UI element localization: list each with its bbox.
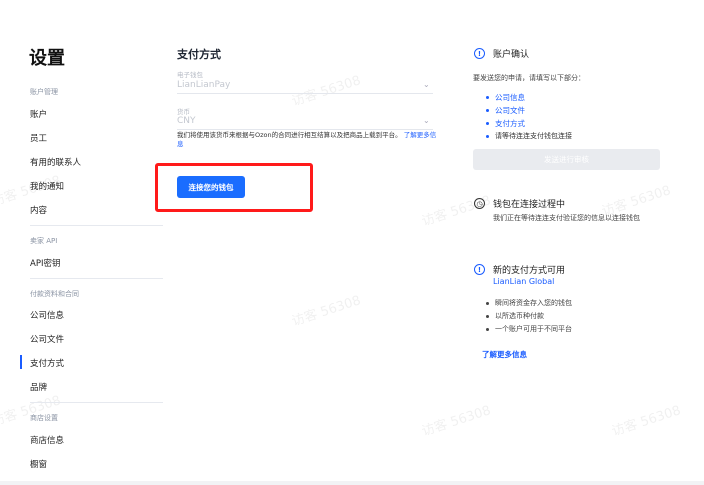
- bottom-bar: [0, 481, 704, 485]
- divider: [30, 402, 163, 403]
- section-payment: 付款资料和合同: [30, 290, 79, 298]
- confirm-link-company-info[interactable]: 公司信息: [495, 92, 525, 103]
- sidebar-item-account[interactable]: 账户: [30, 108, 47, 120]
- connect-wallet-button[interactable]: 连接您的钱包: [177, 176, 245, 198]
- send-review-button[interactable]: 发送进行审核: [473, 149, 660, 170]
- wallet-select[interactable]: LianLianPay: [177, 80, 230, 90]
- bullet: [486, 122, 489, 125]
- chevron-down-icon: ⌄: [423, 80, 430, 89]
- watermark: 访客 56308: [0, 393, 63, 430]
- currency-select[interactable]: CNY: [177, 116, 196, 126]
- info-icon: !: [474, 48, 485, 59]
- pending-title: 钱包在连接过程中: [493, 200, 566, 210]
- sidebar-item-notifications[interactable]: 我的通知: [30, 180, 64, 192]
- divider: [30, 278, 163, 279]
- sidebar-item-company-docs[interactable]: 公司文件: [30, 333, 64, 345]
- confirm-link-company-docs[interactable]: 公司文件: [495, 105, 525, 116]
- lianlian-logo: LianLian Global: [493, 277, 555, 286]
- sidebar-item-staff[interactable]: 员工: [30, 132, 47, 144]
- watermark: 访客 56308: [420, 403, 493, 440]
- bullet: [486, 109, 489, 112]
- sidebar-item-showcase[interactable]: 橱窗: [30, 458, 47, 470]
- watermark: 访客 56308: [290, 293, 363, 330]
- divider: [177, 129, 433, 130]
- sidebar-item-contacts[interactable]: 有用的联系人: [30, 156, 81, 168]
- sidebar-item-content[interactable]: 内容: [30, 204, 47, 216]
- section-account: 账户管理: [30, 88, 58, 96]
- page-title: 设置: [29, 48, 65, 69]
- sidebar-item-payment-method[interactable]: 支付方式: [30, 357, 64, 369]
- watermark: 访客 56308: [610, 403, 683, 440]
- confirm-title: 账户确认: [493, 50, 530, 60]
- sidebar-item-store-info[interactable]: 商店信息: [30, 434, 64, 446]
- help-text: 我们将使用该货币来根据与Ozon的合同进行相互结算以及把商品上载到平台。 了解更…: [177, 131, 437, 149]
- benefit-item: 一个账户可用于不同平台: [495, 325, 572, 333]
- new-method-title: 新的支付方式可用: [493, 266, 566, 276]
- divider: [30, 225, 163, 226]
- bullet: [486, 302, 489, 305]
- wallet-label: 电子钱包: [177, 71, 203, 79]
- watermark: 访客 56308: [420, 193, 493, 230]
- bullet: [486, 135, 489, 138]
- confirm-link-payment[interactable]: 支付方式: [495, 118, 525, 129]
- confirm-intro: 要发送您的申请，请填写以下部分：: [473, 74, 585, 82]
- benefit-item: 瞬间将资金存入您的钱包: [495, 299, 572, 307]
- bullet: [486, 315, 489, 318]
- pending-text: 我们正在等待连连支付验证您的信息以连接钱包: [493, 214, 640, 222]
- chevron-down-icon: ⌄: [423, 116, 430, 125]
- section-store: 商店设置: [30, 414, 58, 422]
- section-title: 支付方式: [177, 48, 221, 61]
- benefit-item: 以所选币种付款: [495, 312, 544, 320]
- sidebar-item-company-info[interactable]: 公司信息: [30, 309, 64, 321]
- watermark: 访客 56308: [290, 73, 363, 110]
- confirm-wait-item: 请等待连连支付钱包连接: [495, 132, 572, 140]
- clock-icon: ◷: [474, 198, 485, 209]
- help-text-body: 我们将使用该货币来根据与Ozon的合同进行相互结算以及把商品上载到平台。: [177, 131, 402, 139]
- sidebar-item-api-key[interactable]: API密钥: [30, 257, 60, 269]
- currency-label: 货币: [177, 108, 190, 116]
- divider: [177, 93, 433, 94]
- active-indicator: [20, 355, 22, 369]
- bullet: [486, 96, 489, 99]
- bullet: [486, 328, 489, 331]
- section-api: 卖家 API: [30, 237, 58, 245]
- sidebar-item-brand[interactable]: 品牌: [30, 381, 47, 393]
- learn-more-link[interactable]: 了解更多信息: [482, 349, 527, 360]
- info-icon: !: [474, 264, 485, 275]
